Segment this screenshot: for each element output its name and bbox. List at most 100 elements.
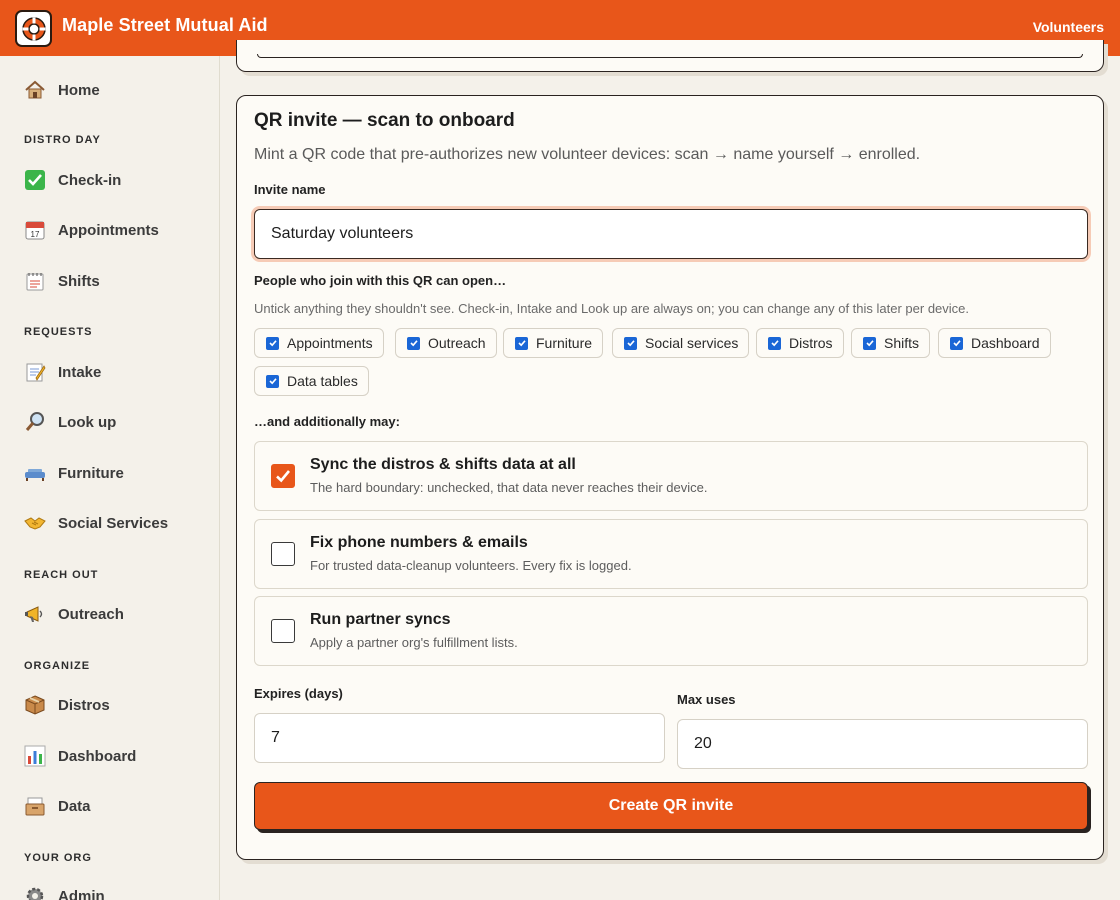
- checkbox-checked-icon[interactable]: [266, 374, 279, 388]
- checkbox-unchecked-icon[interactable]: [271, 619, 295, 643]
- sidebar-item-label: Shifts: [58, 272, 100, 290]
- package-icon: [24, 694, 46, 716]
- chip-label: Outreach: [428, 335, 486, 351]
- chip-label: Furniture: [536, 335, 593, 351]
- sidebar-item-furniture[interactable]: Furniture: [24, 459, 124, 487]
- checkbox-checked-icon[interactable]: [515, 336, 528, 350]
- access-chip-data-tables[interactable]: Data tables: [254, 366, 369, 396]
- sidebar-item-label: Furniture: [58, 464, 124, 482]
- checkbox-checked-icon[interactable]: [624, 336, 637, 350]
- section-requests: REQUESTS: [24, 326, 93, 338]
- access-help-text: Untick anything they shouldn't see. Chec…: [254, 301, 970, 316]
- memo-icon: [24, 361, 46, 383]
- chip-label: Distros: [789, 335, 833, 351]
- sidebar-item-appointments[interactable]: 17 Appointments: [24, 216, 159, 244]
- sidebar-item-label: Admin: [58, 887, 105, 900]
- max-uses-input[interactable]: 20: [677, 719, 1088, 769]
- calendar-icon: 17: [24, 219, 46, 241]
- sidebar-item-label: Distros: [58, 696, 110, 714]
- chip-label: Shifts: [884, 335, 920, 351]
- checkbox-checked-icon[interactable]: [950, 336, 963, 350]
- access-chip-social-services[interactable]: Social services: [612, 328, 750, 358]
- permission-description: Apply a partner org's fulfillment lists.: [310, 635, 518, 650]
- previous-card: [236, 40, 1104, 72]
- checkbox-checked-icon[interactable]: [407, 336, 420, 350]
- megaphone-icon: [24, 603, 46, 625]
- checkbox-checked-icon[interactable]: [266, 336, 279, 350]
- access-label: People who join with this QR can open…: [254, 273, 507, 288]
- section-your-org: YOUR ORG: [24, 852, 92, 864]
- create-qr-invite-button[interactable]: Create QR invite: [254, 782, 1088, 830]
- expires-label: Expires (days): [254, 686, 343, 701]
- invite-name-input[interactable]: Saturday volunteers: [254, 209, 1088, 259]
- handshake-icon: [24, 512, 46, 534]
- checkbox-checked-icon[interactable]: [271, 464, 295, 488]
- permission-description: For trusted data-cleanup volunteers. Eve…: [310, 558, 632, 573]
- sidebar-item-intake[interactable]: Intake: [24, 358, 101, 386]
- access-chip-dashboard[interactable]: Dashboard: [938, 328, 1051, 358]
- gear-icon: [24, 885, 46, 900]
- app-logo-icon[interactable]: [15, 10, 52, 47]
- card-title: QR invite — scan to onboard: [254, 110, 515, 131]
- card-file-box-icon: [24, 795, 46, 817]
- svg-text:17: 17: [31, 230, 40, 239]
- permission-title: Sync the distros & shifts data at all: [310, 456, 576, 473]
- sidebar-item-label: Dashboard: [58, 747, 137, 765]
- access-chip-outreach[interactable]: Outreach: [395, 328, 497, 358]
- section-distro-day: DISTRO DAY: [24, 134, 101, 146]
- additional-permissions-label: …and additionally may:: [254, 414, 400, 429]
- checkbox-checked-icon[interactable]: [768, 336, 781, 350]
- sidebar-item-admin[interactable]: Admin: [24, 882, 105, 900]
- house-icon: [24, 79, 46, 101]
- section-reach-out: REACH OUT: [24, 569, 99, 581]
- spiral-calendar-icon: [24, 270, 46, 292]
- previous-card-element: [257, 54, 1083, 58]
- permission-partner-syncs[interactable]: Run partner syncs Apply a partner org's …: [254, 596, 1088, 666]
- access-chip-distros[interactable]: Distros: [756, 328, 844, 358]
- max-uses-label: Max uses: [677, 692, 736, 707]
- sidebar-item-label: Look up: [58, 413, 117, 431]
- permission-description: The hard boundary: unchecked, that data …: [310, 480, 708, 495]
- checkbox-unchecked-icon[interactable]: [271, 542, 295, 566]
- permission-sync-distros[interactable]: Sync the distros & shifts data at all Th…: [254, 441, 1088, 511]
- sidebar-item-lookup[interactable]: Look up: [24, 408, 116, 436]
- sidebar-item-outreach[interactable]: Outreach: [24, 600, 124, 628]
- chip-label: Dashboard: [971, 335, 1040, 351]
- volunteers-link[interactable]: Volunteers: [1033, 19, 1104, 35]
- sidebar-item-dashboard[interactable]: Dashboard: [24, 742, 136, 770]
- magnifying-glass-icon: [24, 411, 46, 433]
- sidebar-item-distros[interactable]: Distros: [24, 691, 110, 719]
- access-chip-appointments[interactable]: Appointments: [254, 328, 384, 358]
- sidebar-item-shifts[interactable]: Shifts: [24, 267, 100, 295]
- permission-title: Run partner syncs: [310, 611, 451, 628]
- sidebar-item-label: Appointments: [58, 221, 159, 239]
- sidebar-item-label: Data: [58, 797, 91, 815]
- sidebar-item-social-services[interactable]: Social Services: [24, 509, 168, 537]
- invite-name-label: Invite name: [254, 182, 326, 197]
- sidebar-item-label: Social Services: [58, 514, 169, 532]
- chip-label: Appointments: [287, 335, 373, 351]
- sidebar-item-label: Outreach: [58, 605, 124, 623]
- sidebar-item-checkin[interactable]: Check-in: [24, 166, 121, 194]
- check-mark-icon: [24, 169, 46, 191]
- chip-label: Data tables: [287, 373, 358, 389]
- sidebar-item-home[interactable]: Home: [24, 76, 100, 104]
- chip-label: Social services: [645, 335, 739, 351]
- sidebar-item-label: Intake: [58, 363, 102, 381]
- card-description: Mint a QR code that pre-authorizes new v…: [254, 146, 921, 163]
- couch-icon: [24, 462, 46, 484]
- permission-title: Fix phone numbers & emails: [310, 534, 528, 551]
- sidebar-item-data[interactable]: Data: [24, 792, 91, 820]
- expires-days-input[interactable]: 7: [254, 713, 665, 763]
- app-title: Maple Street Mutual Aid: [62, 15, 268, 35]
- permission-fix-contacts[interactable]: Fix phone numbers & emails For trusted d…: [254, 519, 1088, 589]
- section-organize: ORGANIZE: [24, 660, 91, 672]
- sidebar-item-label: Check-in: [58, 171, 122, 189]
- qr-invite-card: QR invite — scan to onboard Mint a QR co…: [236, 95, 1104, 860]
- sidebar: Home DISTRO DAY Check-in 17 Appointments…: [0, 56, 220, 900]
- sidebar-item-label: Home: [58, 81, 100, 99]
- checkbox-checked-icon[interactable]: [863, 336, 876, 350]
- bar-chart-icon: [24, 745, 46, 767]
- access-chip-shifts[interactable]: Shifts: [851, 328, 931, 358]
- access-chip-furniture[interactable]: Furniture: [503, 328, 604, 358]
